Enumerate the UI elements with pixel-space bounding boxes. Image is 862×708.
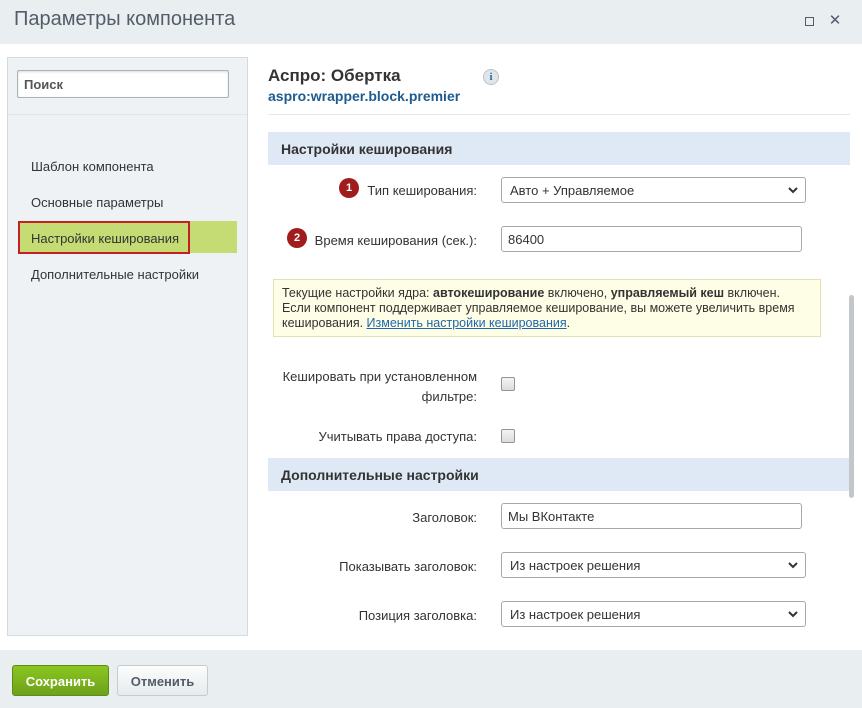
notice-prefix: Текущие настройки ядра:: [282, 286, 433, 300]
cache-time-label: Время кеширования (сек.):: [314, 233, 477, 248]
sidebar-item-cache-settings[interactable]: Настройки кеширования: [18, 221, 237, 254]
cache-filter-checkbox[interactable]: [501, 377, 515, 391]
step-badge-2: 2: [287, 228, 307, 248]
close-icon[interactable]: ✕: [826, 12, 844, 30]
cache-time-field[interactable]: [501, 226, 802, 252]
component-code: aspro:wrapper.block.premier: [268, 88, 461, 104]
heading-field[interactable]: [501, 503, 802, 529]
save-button[interactable]: Сохранить: [12, 665, 109, 696]
cache-filter-label: Кешировать при установленном фильтре:: [283, 367, 477, 407]
dialog-content: Шаблон компонента Основные параметры Нас…: [0, 44, 862, 650]
cache-type-label: Тип кеширования:: [367, 183, 477, 198]
sidebar: Шаблон компонента Основные параметры Нас…: [7, 57, 248, 636]
dialog-title: Параметры компонента: [14, 8, 236, 30]
sidebar-item-component-template[interactable]: Шаблон компонента: [18, 149, 237, 181]
sidebar-item-main-params[interactable]: Основные параметры: [18, 185, 237, 217]
scrollbar[interactable]: [849, 295, 854, 498]
show-heading-label: Показывать заголовок:: [339, 559, 477, 574]
sidebar-item-additional-settings[interactable]: Дополнительные настройки: [18, 257, 237, 289]
cache-filter-label-line1: Кешировать при установленном: [282, 369, 477, 384]
heading-input[interactable]: [502, 504, 801, 528]
main-panel: Аспро: Обертка aspro:wrapper.block.premi…: [268, 44, 850, 650]
change-cache-settings-link[interactable]: Изменить настройки кеширования: [367, 316, 567, 330]
cache-notice: Текущие настройки ядра: автокеширование …: [273, 279, 821, 337]
notice-mid1: включено,: [544, 286, 611, 300]
component-title: Аспро: Обертка: [268, 66, 401, 85]
maximize-icon[interactable]: [800, 12, 818, 30]
highlight-frame: [18, 221, 190, 254]
search-input[interactable]: [18, 71, 228, 97]
search-field[interactable]: [17, 70, 229, 98]
sidebar-divider: [8, 114, 247, 115]
access-rights-label: Учитывать права доступа:: [318, 429, 477, 444]
cache-type-select[interactable]: Авто + Управляемое: [501, 177, 806, 203]
notice-suffix: .: [566, 316, 571, 330]
cache-type-value: Авто + Управляемое: [510, 183, 635, 198]
cache-time-input[interactable]: [502, 227, 801, 251]
info-icon[interactable]: i: [483, 69, 499, 85]
chevron-down-icon: [788, 187, 798, 194]
sidebar-item-label: Основные параметры: [31, 195, 164, 210]
dialog-footer: Сохранить Отменить: [0, 650, 862, 708]
notice-autocache: автокеширование: [433, 286, 545, 300]
heading-label: Заголовок:: [412, 510, 477, 525]
chevron-down-icon: [788, 611, 798, 618]
cancel-button[interactable]: Отменить: [117, 665, 208, 696]
chevron-down-icon: [788, 562, 798, 569]
section-header-caching: Настройки кеширования: [268, 132, 850, 165]
cache-filter-label-line2: фильтре:: [421, 389, 477, 404]
access-rights-checkbox[interactable]: [501, 429, 515, 443]
section-header-additional: Дополнительные настройки: [268, 458, 850, 491]
step-badge-1: 1: [339, 178, 359, 198]
notice-managed-cache: управляемый кеш: [610, 286, 725, 300]
show-heading-select[interactable]: Из настроек решения: [501, 552, 806, 578]
sidebar-item-label: Шаблон компонента: [31, 159, 154, 174]
sidebar-item-label: Дополнительные настройки: [31, 267, 200, 282]
heading-position-label: Позиция заголовка:: [358, 608, 477, 623]
dialog-titlebar: Параметры компонента ✕: [0, 0, 862, 44]
heading-position-select[interactable]: Из настроек решения: [501, 601, 806, 627]
show-heading-value: Из настроек решения: [510, 558, 641, 573]
heading-position-value: Из настроек решения: [510, 607, 641, 622]
header-divider: [268, 114, 850, 115]
